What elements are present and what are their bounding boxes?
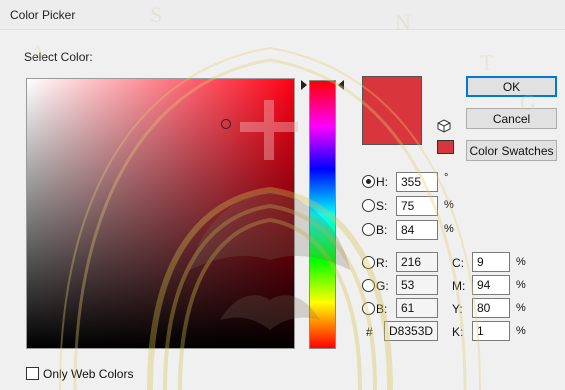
color-field-cursor[interactable] xyxy=(221,119,231,129)
black-input[interactable] xyxy=(472,321,510,341)
hue-unit: ° xyxy=(444,172,449,184)
cyan-label: C: xyxy=(452,256,464,270)
hue-slider-right-arrow[interactable] xyxy=(338,80,344,90)
brightness-unit: % xyxy=(444,223,454,235)
yellow-input[interactable] xyxy=(472,298,510,318)
blue-label: B: xyxy=(376,302,388,316)
radio-saturation[interactable] xyxy=(362,199,375,212)
green-label: G: xyxy=(376,279,389,293)
yellow-label: Y: xyxy=(452,302,463,316)
red-label: R: xyxy=(376,256,388,270)
color-preview xyxy=(362,76,422,145)
magenta-label: M: xyxy=(452,279,466,293)
black-label: K: xyxy=(452,325,464,339)
select-color-label: Select Color: xyxy=(24,50,93,64)
radio-brightness[interactable] xyxy=(362,223,375,236)
yellow-unit: % xyxy=(516,302,526,314)
hex-label: # xyxy=(366,325,373,339)
green-input[interactable] xyxy=(396,275,438,295)
saturation-input[interactable] xyxy=(396,196,438,216)
radio-green[interactable] xyxy=(362,279,375,292)
hue-slider[interactable] xyxy=(309,80,336,349)
radio-blue[interactable] xyxy=(362,302,375,315)
window-title: Color Picker xyxy=(10,8,76,22)
out-of-gamut-cube-icon[interactable] xyxy=(437,119,451,133)
radio-red[interactable] xyxy=(362,256,375,269)
hex-input[interactable] xyxy=(384,321,438,341)
brightness-label: B: xyxy=(376,223,388,237)
only-web-colors-checkbox[interactable] xyxy=(26,367,39,380)
magenta-unit: % xyxy=(516,279,526,291)
ok-button[interactable]: OK xyxy=(466,76,557,97)
hue-slider-left-arrow[interactable] xyxy=(301,80,307,90)
magenta-input[interactable] xyxy=(472,275,510,295)
radio-hue[interactable] xyxy=(362,175,375,188)
cancel-button[interactable]: Cancel xyxy=(466,108,557,129)
brightness-input[interactable] xyxy=(396,220,438,240)
cyan-input[interactable] xyxy=(472,252,510,272)
saturation-label: S: xyxy=(376,199,388,213)
red-input[interactable] xyxy=(396,252,438,272)
black-unit: % xyxy=(516,325,526,337)
hue-label: H: xyxy=(376,175,388,189)
hue-input[interactable] xyxy=(396,172,438,192)
svg-text:T: T xyxy=(480,50,494,75)
color-swatches-button[interactable]: Color Swatches xyxy=(466,140,557,161)
gamut-swatch[interactable] xyxy=(437,140,454,154)
saturation-brightness-field[interactable] xyxy=(26,78,295,349)
only-web-colors-label: Only Web Colors xyxy=(43,367,134,381)
blue-input[interactable] xyxy=(396,298,438,318)
saturation-unit: % xyxy=(444,199,454,211)
title-bar: Color Picker xyxy=(0,0,565,30)
cyan-unit: % xyxy=(516,256,526,268)
